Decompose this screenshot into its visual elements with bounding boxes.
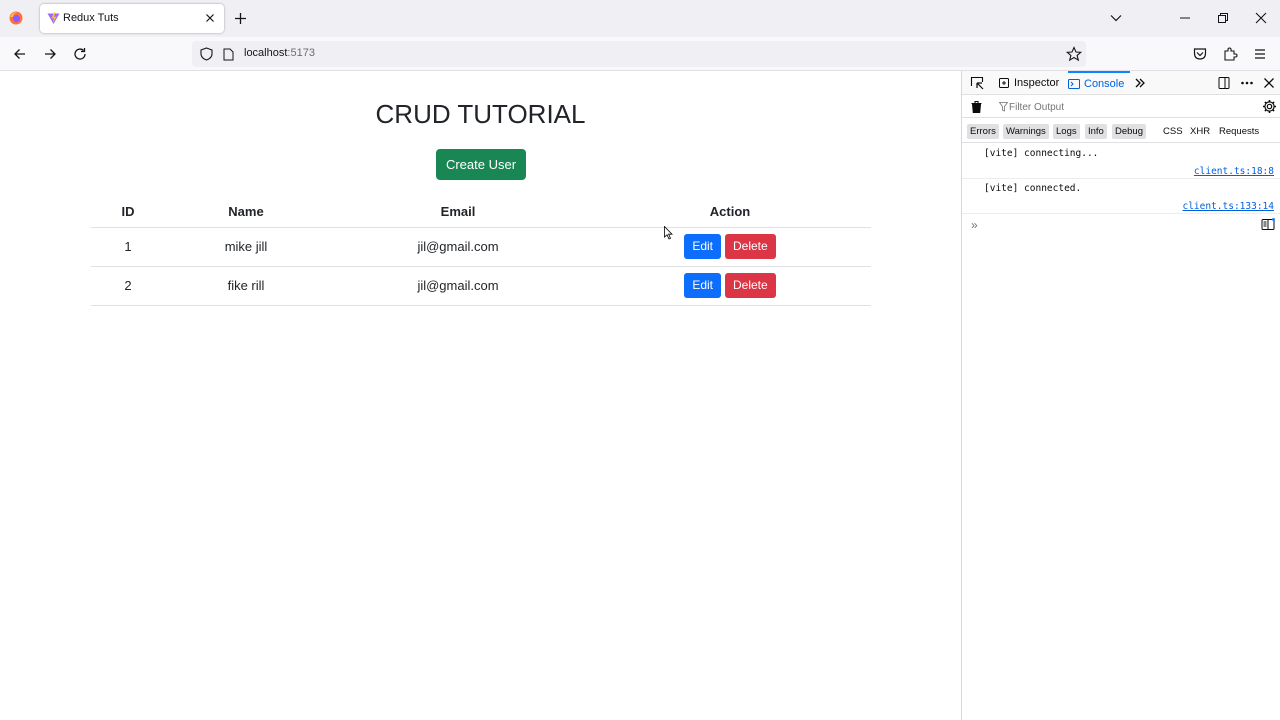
table-row: 1 mike jill jil@gmail.com Edit Delete [91,227,871,267]
close-tab-icon[interactable] [203,11,217,25]
new-tab-icon[interactable] [233,11,248,26]
reload-icon[interactable] [72,46,88,62]
close-window-icon[interactable] [1254,11,1268,25]
devtools-toolbar: Inspector Console [962,71,1280,95]
tab-bar: Redux Tuts [0,0,1280,37]
filter-requests[interactable]: Requests [1216,124,1262,139]
tracking-protection-shield-icon[interactable] [200,47,213,61]
clear-console-trash-icon[interactable] [970,100,983,114]
console-input-prompt[interactable]: » [971,218,978,232]
cell-action: Edit Delete [589,266,871,306]
forward-icon[interactable] [42,46,58,62]
url-text: localhost:5173 [244,47,315,59]
devtools-options-icon[interactable] [1240,76,1254,90]
filter-output-input[interactable] [1009,99,1229,115]
page-title: CRUD TUTORIAL [375,99,586,129]
header-email: Email [327,197,589,228]
filter-warnings[interactable]: Warnings [1003,124,1049,139]
header-id: ID [91,197,165,228]
page-content: CRUD TUTORIAL Create User ID Name Email … [0,71,961,720]
extensions-icon[interactable] [1222,46,1238,62]
delete-button[interactable]: Delete [725,273,776,298]
inspector-icon [999,78,1009,89]
header-action: Action [589,197,871,228]
console-message-text: [vite] connecting... [984,148,1099,159]
cell-email: jil@gmail.com [327,266,589,306]
edit-button[interactable]: Edit [684,234,721,259]
more-tools-chevron-icon[interactable] [1133,76,1147,90]
cell-action: Edit Delete [589,227,871,267]
console-message-text: [vite] connected. [984,183,1082,194]
console-settings-gear-icon[interactable] [1262,99,1277,114]
address-bar[interactable]: localhost:5173 [192,41,1086,67]
mouse-cursor-icon [664,226,673,240]
filter-xhr[interactable]: XHR [1187,124,1213,139]
devtools-panel: Inspector Console Filter Output Errors W… [961,71,1280,720]
delete-button[interactable]: Delete [725,234,776,259]
console-filter-bar [962,96,1280,118]
cell-email: jil@gmail.com [327,227,589,267]
filter-css[interactable]: CSS [1160,124,1186,139]
filter-logs[interactable]: Logs [1053,124,1080,139]
users-table: ID Name Email Action 1 mike jill jil@gma… [91,197,871,306]
tab-title: Redux Tuts [63,12,119,24]
browser-tab[interactable]: Redux Tuts [40,4,224,33]
minimize-icon[interactable] [1178,11,1192,25]
table-header-row: ID Name Email Action [91,197,871,228]
header-name: Name [165,197,327,228]
filter-errors[interactable]: Errors [967,124,999,139]
table-row: 2 fike rill jil@gmail.com Edit Delete [91,266,871,306]
console-message: [vite] connecting... client.ts:18:8 [962,144,1280,179]
log-level-filters: Errors Warnings Logs Info Debug CSS XHR … [962,119,1280,143]
firefox-menu-icon[interactable] [9,11,23,25]
dock-side-icon[interactable] [1217,76,1231,90]
editor-mode-toggle-icon[interactable] [1261,218,1275,231]
close-devtools-icon[interactable] [1262,76,1276,90]
edit-button[interactable]: Edit [684,273,721,298]
tab-inspector[interactable]: Inspector [998,71,1059,95]
console-message: [vite] connected. client.ts:133:14 [962,179,1280,214]
cell-name: fike rill [165,266,327,306]
restore-icon[interactable] [1216,11,1230,25]
console-icon [1068,79,1080,90]
console-message-source-link[interactable]: client.ts:133:14 [1182,201,1274,212]
cell-id: 1 [91,227,165,267]
back-icon[interactable] [12,46,28,62]
navigation-toolbar: localhost:5173 [0,37,1280,71]
cell-id: 2 [91,266,165,306]
console-message-source-link[interactable]: client.ts:18:8 [1194,166,1274,177]
pocket-icon[interactable] [1192,46,1208,62]
vite-favicon-icon [47,12,60,24]
create-user-button[interactable]: Create User [436,149,526,180]
list-tabs-icon[interactable] [1109,11,1123,25]
app-menu-icon[interactable] [1252,46,1268,62]
filter-funnel-icon [999,102,1008,112]
tab-console[interactable]: Console [1068,71,1130,95]
bookmark-star-icon[interactable] [1066,46,1082,62]
filter-debug[interactable]: Debug [1112,124,1146,139]
page-info-icon[interactable] [223,48,234,61]
cell-name: mike jill [165,227,327,267]
element-picker-icon[interactable] [970,76,984,90]
filter-info[interactable]: Info [1085,124,1107,139]
